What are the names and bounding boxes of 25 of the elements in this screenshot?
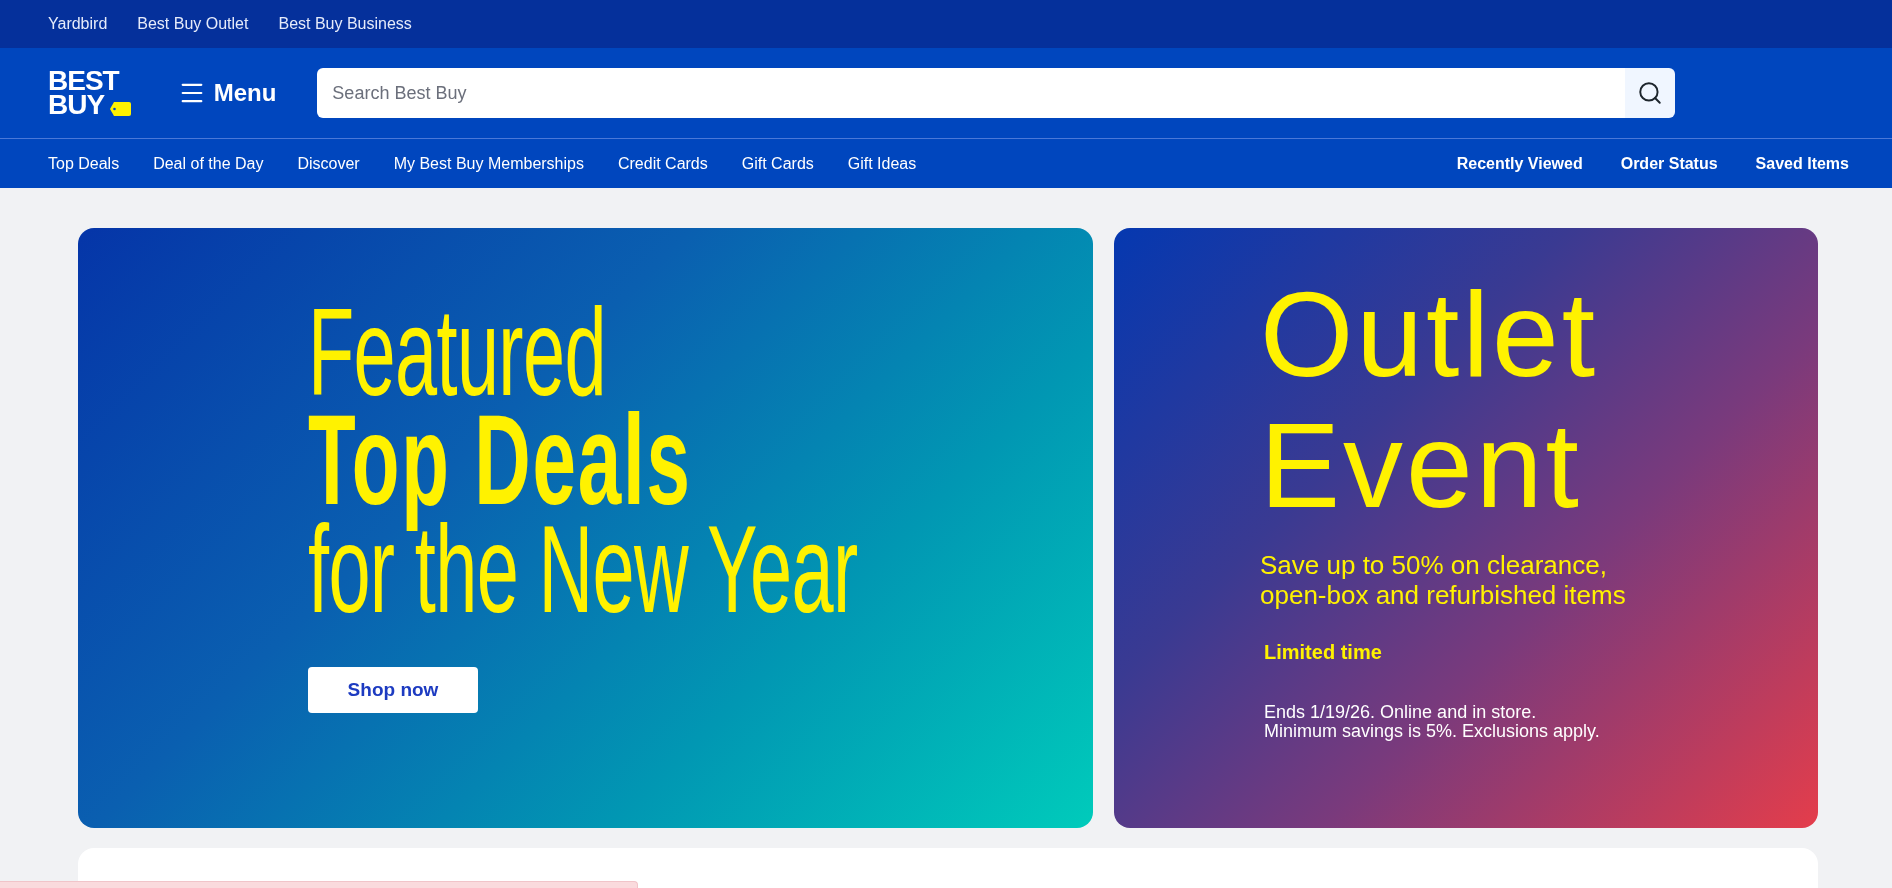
logo-link[interactable]: BEST BUY bbox=[48, 69, 131, 117]
tag-icon bbox=[109, 102, 131, 116]
event-subtitle: Save up to 50% on clearance, open-box and refurbished items bbox=[1260, 550, 1626, 610]
top-bar-link[interactable]: Best Buy Outlet bbox=[137, 15, 249, 33]
account-link[interactable]: Order Status bbox=[1620, 154, 1718, 173]
search-button[interactable] bbox=[1625, 68, 1675, 118]
nav-link[interactable]: Discover bbox=[297, 154, 360, 173]
headline: Featured Top Deals for the New Year bbox=[308, 298, 858, 623]
nav-link[interactable]: Top Deals bbox=[48, 154, 120, 173]
nav-link[interactable]: My Best Buy Memberships bbox=[393, 154, 584, 173]
limited-time-label: Limited time bbox=[1264, 640, 1382, 664]
nav-link[interactable]: Deal of the Day bbox=[153, 154, 264, 173]
nav-link[interactable]: Credit Cards bbox=[617, 154, 708, 173]
event-title: Outlet Event bbox=[1260, 269, 1599, 531]
shop-now-button[interactable]: Shop now bbox=[308, 667, 478, 713]
account-link[interactable]: Recently Viewed bbox=[1456, 154, 1583, 173]
nav-link[interactable]: Gift Ideas bbox=[847, 154, 917, 173]
fine-print: Ends 1/19/26. Online and in store. Minimum savings is 5%. Exclusions apply. bbox=[1264, 703, 1600, 741]
top-bar-link[interactable]: Yardbird bbox=[48, 15, 108, 33]
search-field[interactable]: Search Best Buy bbox=[317, 68, 1625, 118]
top-bar-link[interactable]: Best Buy Business bbox=[278, 15, 412, 33]
menu-button[interactable]: Menu bbox=[177, 79, 277, 107]
nav-link[interactable]: Gift Cards bbox=[741, 154, 814, 173]
search-icon bbox=[1637, 80, 1663, 106]
account-link[interactable]: Saved Items bbox=[1755, 154, 1849, 173]
